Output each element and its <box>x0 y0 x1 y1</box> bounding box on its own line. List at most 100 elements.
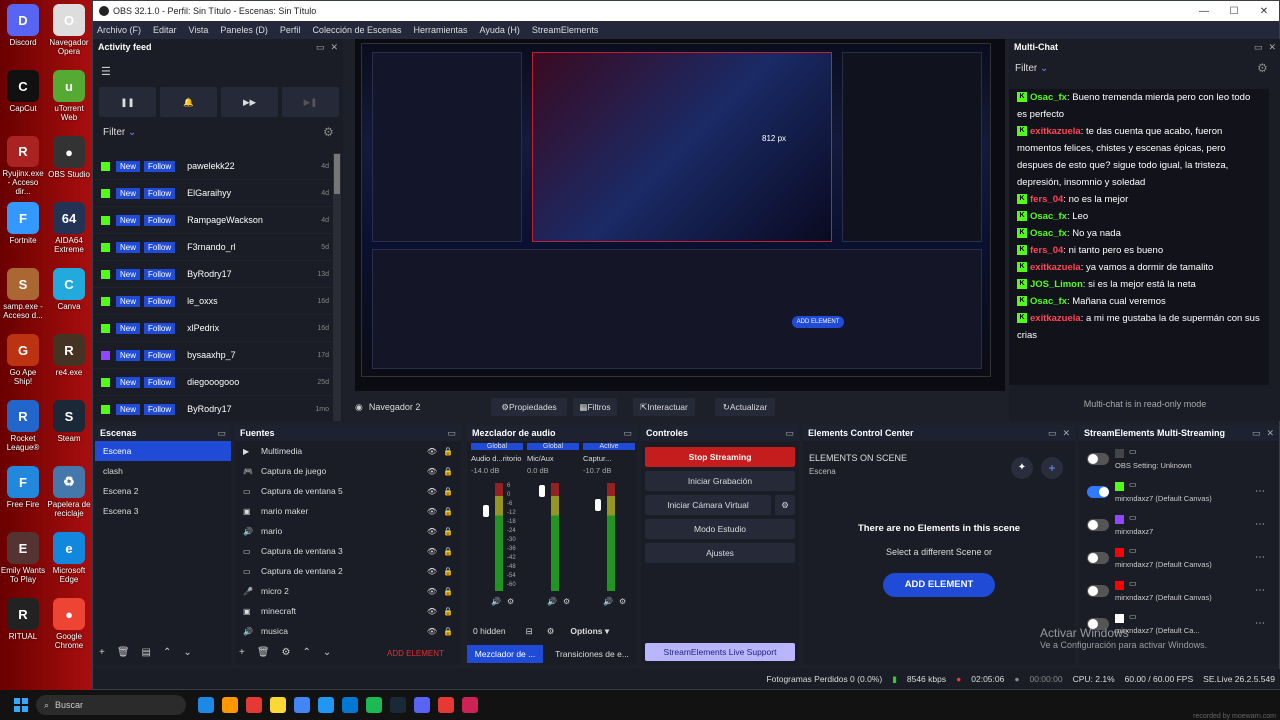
add-scene-button[interactable]: + <box>99 647 105 658</box>
chat-username[interactable]: Osac_fx <box>1030 211 1067 222</box>
source-item[interactable]: 🔊 mario 👁 🔒 <box>235 521 461 541</box>
skip-end-button[interactable]: ▶❚ <box>282 87 339 117</box>
start-recording-button[interactable]: Iniciar Grabación <box>645 471 795 491</box>
more-icon[interactable]: ⋯ <box>1255 585 1265 596</box>
taskbar-app-icon[interactable] <box>270 697 286 713</box>
taskbar-app-icon[interactable] <box>414 697 430 713</box>
desktop-icon[interactable]: R RITUAL <box>0 598 46 658</box>
lock-icon[interactable]: 🔒 <box>443 447 453 456</box>
list-item[interactable]: New Follow F3rnando_rl 5d <box>93 234 333 261</box>
chat-username[interactable]: fers_04 <box>1030 194 1063 205</box>
lock-icon[interactable]: 🔒 <box>443 467 453 476</box>
menu-item[interactable]: Herramientas <box>414 25 468 35</box>
taskbar-app-icon[interactable] <box>390 697 406 713</box>
list-item[interactable]: New Follow ElGaraihyy 4d <box>93 180 333 207</box>
float-icon[interactable]: ▭ <box>785 428 794 439</box>
volume-slider[interactable] <box>539 485 545 497</box>
chat-username[interactable]: exitkazuela <box>1030 262 1081 273</box>
source-item[interactable]: ▣ minecraft 👁 🔒 <box>235 601 461 621</box>
volume-slider[interactable] <box>595 499 601 511</box>
list-item[interactable]: New Follow RampageWackson 4d <box>93 207 333 234</box>
taskbar-app-icon[interactable] <box>342 697 358 713</box>
scrollbar[interactable] <box>333 153 341 421</box>
chat-username[interactable]: JOS_Limon <box>1030 279 1083 290</box>
add-icon[interactable]: + <box>1041 457 1063 479</box>
desktop-icon[interactable]: E Emily Wants To Play <box>0 532 46 592</box>
source-item[interactable]: ▭ Captura de ventana 5 👁 🔒 <box>235 481 461 501</box>
eye-icon[interactable]: 👁 <box>427 467 437 476</box>
scene-item[interactable]: Escena <box>95 441 231 461</box>
add-element-button[interactable]: ADD ELEMENT <box>883 573 995 597</box>
more-icon[interactable]: ⋯ <box>1255 486 1265 497</box>
add-element-source-button[interactable]: ADD ELEMENT <box>387 649 444 658</box>
taskbar-app-icon[interactable] <box>294 697 310 713</box>
lock-icon[interactable]: 🔒 <box>443 487 453 496</box>
desktop-icon[interactable]: 64 AIDA64 Extreme <box>46 202 92 262</box>
desktop-icon[interactable]: R Ryujinx.exe - Acceso dir... <box>0 136 46 196</box>
taskbar-app-icon[interactable] <box>246 697 262 713</box>
menu-item[interactable]: Colección de Escenas <box>312 25 401 35</box>
menu-item[interactable]: Perfil <box>280 25 301 35</box>
source-item[interactable]: 🎮 Captura de juego 👁 🔒 <box>235 461 461 481</box>
desktop-icon[interactable]: F Fortnite <box>0 202 46 262</box>
desktop-icon[interactable]: Ssamp.exe - Acceso d... <box>0 268 46 328</box>
taskbar-app-icon[interactable] <box>366 697 382 713</box>
list-item[interactable]: New Follow diegooogooo 25d <box>93 369 333 396</box>
float-icon[interactable]: ▭ <box>447 428 456 439</box>
layout-icon[interactable]: ⊟ <box>526 626 533 637</box>
move-up-icon[interactable]: ⌃ <box>303 647 311 658</box>
taskbar-app-icon[interactable] <box>318 697 334 713</box>
desktop-icon[interactable]: C Canva <box>46 268 92 328</box>
lock-icon[interactable]: 🔒 <box>443 587 453 596</box>
taskbar-app-icon[interactable] <box>438 697 454 713</box>
desktop-icon[interactable]: S Steam <box>46 400 92 460</box>
magic-icon[interactable]: ✦ <box>1011 457 1033 479</box>
close-icon[interactable]: ✕ <box>1268 42 1276 53</box>
chat-username[interactable]: fers_04 <box>1030 245 1063 256</box>
gear-icon[interactable]: ⚙ <box>547 626 555 637</box>
move-down-icon[interactable]: ⌄ <box>323 647 331 658</box>
desktop-icon[interactable]: u uTorrent Web <box>46 70 92 130</box>
source-item[interactable]: ▣ mario maker 👁 🔒 <box>235 501 461 521</box>
settings-button[interactable]: Ajustes <box>645 543 795 563</box>
menu-item[interactable]: Editar <box>153 25 177 35</box>
preview-area[interactable]: ADD ELEMENT 812 px <box>355 39 1005 391</box>
menu-item[interactable]: Paneles (D) <box>220 25 268 35</box>
bell-icon[interactable]: 🔔 <box>160 87 217 117</box>
source-item[interactable]: 🎤 micro 2 👁 🔒 <box>235 581 461 601</box>
float-icon[interactable]: ▭ <box>623 428 632 439</box>
taskbar-search[interactable]: ⌕ Buscar <box>36 695 186 715</box>
eye-icon[interactable]: 👁 <box>427 507 437 516</box>
move-up-icon[interactable]: ⌃ <box>163 647 171 658</box>
eye-icon[interactable]: 👁 <box>427 447 437 456</box>
desktop-icon[interactable]: ♻ Papelera de reciclaje <box>46 466 92 526</box>
gear-icon[interactable]: ⚙ <box>282 647 291 658</box>
desktop-icon[interactable]: e Microsoft Edge <box>46 532 92 592</box>
tab-mixer[interactable]: Mezclador de ... <box>467 645 543 663</box>
eye-icon[interactable]: 👁 <box>427 587 437 596</box>
trash-icon[interactable]: 🗑 <box>117 647 130 658</box>
interact-button[interactable]: ⇱ Interactuar <box>633 398 695 416</box>
close-icon[interactable]: ✕ <box>330 42 338 53</box>
scene-item[interactable]: Escena 2 <box>95 481 231 501</box>
start-virtual-camera-button[interactable]: Iniciar Cámara Virtual <box>645 495 771 515</box>
speaker-icon[interactable]: 🔊 <box>491 597 501 606</box>
chat-username[interactable]: Osac_fx <box>1030 92 1067 103</box>
desktop-icon[interactable]: ● Google Chrome <box>46 598 92 658</box>
maximize-button[interactable]: ☐ <box>1219 6 1249 17</box>
gear-icon[interactable]: ⚙ <box>323 125 334 139</box>
float-icon[interactable]: ▭ <box>1048 428 1057 439</box>
scene-item[interactable]: clash <box>95 461 231 481</box>
chat-filter[interactable]: Filter ⌄ <box>1015 63 1048 74</box>
speaker-icon[interactable]: 🔊 <box>603 597 613 606</box>
eye-icon[interactable]: 👁 <box>427 487 437 496</box>
scene-item[interactable]: Escena 3 <box>95 501 231 521</box>
float-icon[interactable]: ▭ <box>316 42 325 53</box>
source-item[interactable]: ▭ Captura de ventana 3 👁 🔒 <box>235 541 461 561</box>
lock-icon[interactable]: 🔒 <box>443 507 453 516</box>
desktop-icon[interactable]: R Rocket League® <box>0 400 46 460</box>
tab-transitions[interactable]: Transiciones de e... <box>547 645 637 663</box>
chat-username[interactable]: Osac_fx <box>1030 296 1067 307</box>
volume-slider[interactable] <box>483 505 489 517</box>
source-item[interactable]: 🔊 musica 👁 🔒 <box>235 621 461 641</box>
